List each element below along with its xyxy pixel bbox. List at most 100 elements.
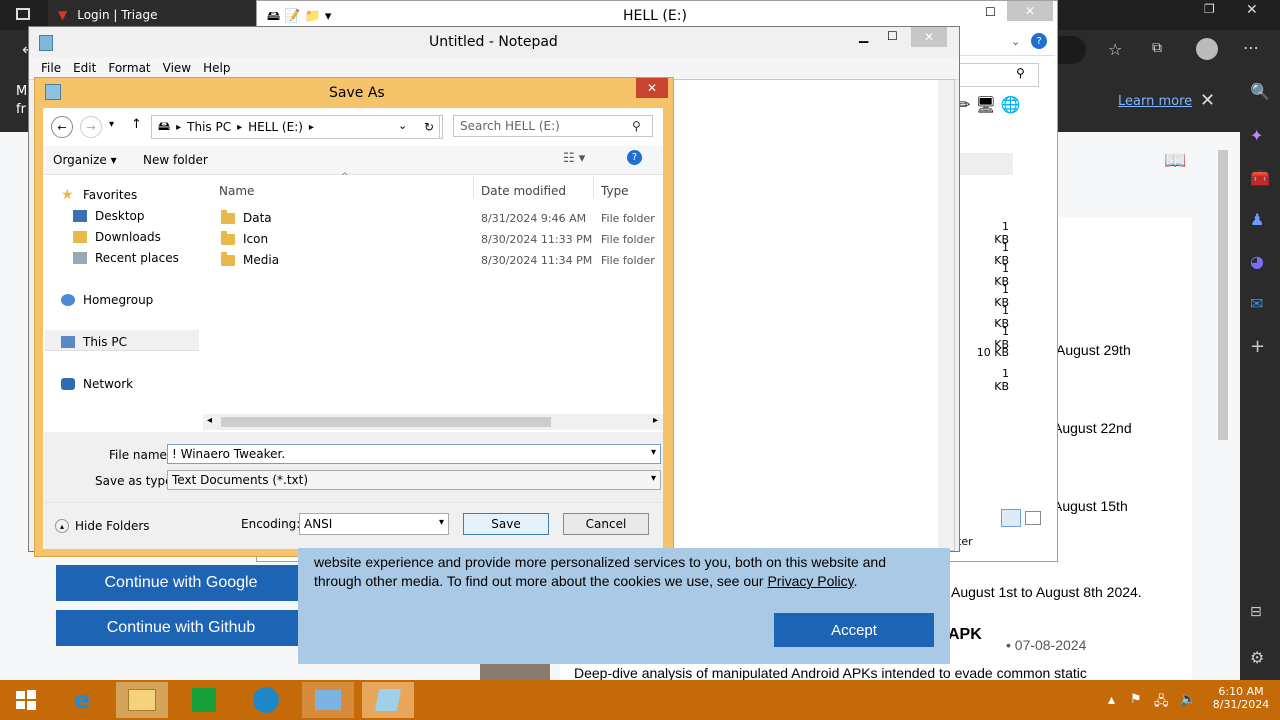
forward-icon[interactable]: → bbox=[80, 116, 102, 138]
table-row[interactable]: Icon 8/30/2024 11:33 PM File folder bbox=[221, 230, 661, 247]
scroll-right-icon[interactable]: ▸ bbox=[653, 415, 658, 426]
maximize-icon[interactable]: ☐ bbox=[887, 29, 898, 43]
help-icon[interactable]: ? bbox=[627, 150, 642, 165]
nav-desktop[interactable]: Desktop bbox=[73, 209, 145, 223]
save-type-select[interactable]: Text Documents (*.txt) ▾ bbox=[167, 470, 661, 490]
nav-network[interactable]: Network bbox=[61, 377, 133, 391]
favorites-star-icon[interactable]: ☆ bbox=[1108, 40, 1122, 59]
chevron-down-icon[interactable]: ▾ bbox=[651, 447, 656, 458]
menu-file[interactable]: File bbox=[35, 61, 67, 75]
organize-button[interactable]: Organize ▾ bbox=[53, 153, 117, 167]
flag-icon[interactable]: ⚑ bbox=[1130, 692, 1142, 707]
continue-google-button[interactable]: Continue with Google bbox=[56, 565, 306, 601]
tools-icon[interactable]: ♟ bbox=[1250, 210, 1264, 229]
privacy-policy-link[interactable]: Privacy Policy bbox=[767, 573, 853, 589]
chevron-down-icon[interactable]: ⌄ bbox=[1011, 35, 1020, 48]
scroll-left-icon[interactable]: ◂ bbox=[207, 415, 212, 426]
nav-downloads[interactable]: Downloads bbox=[73, 230, 161, 244]
cancel-button[interactable]: Cancel bbox=[563, 513, 649, 535]
copilot-icon[interactable]: ✦ bbox=[1250, 126, 1263, 145]
column-type[interactable]: Type bbox=[601, 184, 629, 198]
tab-actions-icon[interactable] bbox=[16, 8, 30, 20]
horizontal-scrollbar[interactable]: ◂ ▸ bbox=[203, 414, 663, 430]
explorer-maximize-icon[interactable]: ☐ bbox=[985, 5, 996, 19]
view-options-icon[interactable]: ☷ ▾ bbox=[563, 151, 585, 166]
chevron-down-icon[interactable]: ▾ bbox=[439, 517, 444, 528]
menu-format[interactable]: Format bbox=[102, 61, 156, 75]
volume-icon[interactable]: 🔈 bbox=[1180, 692, 1196, 707]
file-type: File folder bbox=[601, 253, 655, 267]
file-name-input[interactable]: ! Winaero Tweaker. ▾ bbox=[167, 444, 661, 464]
page-scrollbar[interactable] bbox=[1218, 150, 1228, 440]
dialog-close-icon[interactable]: ✕ bbox=[636, 78, 668, 98]
show-hidden-icons[interactable]: ▴ bbox=[1108, 692, 1115, 708]
nav-thispc[interactable]: This PC bbox=[61, 335, 127, 349]
nav-favorites[interactable]: ★ Favorites bbox=[61, 188, 137, 202]
network-tray-icon[interactable]: 🖧 bbox=[1154, 692, 1169, 714]
explorer-taskbar-icon[interactable] bbox=[116, 682, 168, 718]
add-sidebar-icon[interactable]: + bbox=[1250, 336, 1265, 357]
learn-more-link[interactable]: Learn more bbox=[1118, 94, 1192, 109]
menu-view[interactable]: View bbox=[157, 61, 197, 75]
edge-taskbar-icon[interactable] bbox=[240, 682, 292, 718]
minimize-icon[interactable]: ▁ bbox=[859, 29, 868, 43]
large-icons-view-icon[interactable] bbox=[1025, 511, 1041, 525]
breadcrumb-item[interactable]: HELL (E:) bbox=[248, 120, 303, 134]
refresh-icon[interactable]: ↻ bbox=[419, 115, 440, 139]
search-input[interactable]: Search HELL (E:) ⚲ bbox=[453, 115, 653, 137]
nav-label: Downloads bbox=[95, 230, 161, 244]
up-arrow-icon[interactable]: ↑ bbox=[131, 117, 142, 132]
scrollbar-thumb[interactable] bbox=[221, 417, 551, 427]
back-icon[interactable]: ← bbox=[51, 116, 73, 138]
ie-taskbar-icon[interactable]: e bbox=[56, 682, 108, 718]
nav-recent[interactable]: Recent places bbox=[73, 251, 179, 265]
menu-help[interactable]: Help bbox=[197, 61, 236, 75]
table-row[interactable]: Data 8/31/2024 9:46 AM File folder bbox=[221, 209, 661, 226]
continue-github-button[interactable]: Continue with Github bbox=[56, 610, 306, 646]
new-folder-button[interactable]: New folder bbox=[143, 153, 208, 167]
breadcrumb-item[interactable]: This PC bbox=[187, 120, 231, 134]
profile-avatar[interactable] bbox=[1196, 38, 1218, 60]
hide-folders-button[interactable]: Hide Folders bbox=[75, 519, 150, 533]
window-restore-icon[interactable]: ❐ bbox=[1204, 2, 1215, 16]
save-button[interactable]: Save bbox=[463, 513, 549, 535]
games-icon[interactable]: ◕ bbox=[1250, 252, 1264, 271]
collapse-icon[interactable]: ▴ bbox=[55, 519, 69, 533]
column-date[interactable]: Date modified bbox=[481, 184, 566, 198]
help-icon[interactable]: ? bbox=[1031, 33, 1047, 49]
encoding-select[interactable]: ANSI ▾ bbox=[299, 513, 449, 535]
shopping-icon[interactable]: 🧰 bbox=[1250, 168, 1270, 187]
accept-button[interactable]: Accept bbox=[774, 613, 934, 647]
settings-gear-icon[interactable]: ⚙ bbox=[1250, 648, 1264, 667]
table-row[interactable]: Media 8/30/2024 11:34 PM File folder bbox=[221, 251, 661, 268]
chevron-down-icon[interactable]: ▾ bbox=[651, 473, 656, 484]
search-icon[interactable]: 🔍 bbox=[1250, 82, 1270, 101]
ribbon-icons[interactable]: ✏ 🖥 🌐 bbox=[957, 95, 1021, 114]
chevron-down-icon[interactable]: ⌄ bbox=[398, 119, 407, 132]
outlook-icon[interactable]: ✉ bbox=[1250, 294, 1263, 313]
window-close-icon[interactable]: ✕ bbox=[1246, 2, 1258, 18]
control-panel-taskbar-icon[interactable] bbox=[302, 682, 354, 718]
menu-edit[interactable]: Edit bbox=[67, 61, 102, 75]
notepad-scrollbar[interactable] bbox=[938, 80, 954, 548]
explorer-close-icon[interactable]: ✕ bbox=[1007, 1, 1053, 21]
split-screen-icon[interactable]: ⊟ bbox=[1250, 604, 1262, 620]
store-taskbar-icon[interactable] bbox=[178, 682, 230, 718]
explorer-search[interactable]: ⚲ bbox=[957, 63, 1039, 87]
reader-icon[interactable]: 📖 bbox=[1164, 150, 1186, 171]
start-button[interactable] bbox=[0, 682, 52, 718]
nav-homegroup[interactable]: Homegroup bbox=[61, 293, 153, 307]
explorer-address[interactable]: ⌄ ? bbox=[957, 31, 1055, 56]
notepad-taskbar-icon[interactable] bbox=[362, 682, 414, 718]
dialog-title: Save As bbox=[329, 85, 385, 101]
recent-dropdown-icon[interactable]: ▾ bbox=[109, 119, 114, 130]
banner-close-icon[interactable]: ✕ bbox=[1200, 90, 1215, 111]
more-menu-icon[interactable]: ⋯ bbox=[1243, 38, 1259, 57]
breadcrumb[interactable]: 🖴 ▸ This PC ▸ HELL (E:) ▸ ⌄ bbox=[151, 115, 443, 139]
apk-report-title[interactable]: APK bbox=[948, 626, 982, 644]
collections-icon[interactable]: ⧉ bbox=[1152, 40, 1162, 56]
column-name[interactable]: Name bbox=[219, 184, 254, 198]
notepad-close-icon[interactable]: ✕ bbox=[911, 27, 947, 47]
details-view-icon[interactable] bbox=[1001, 509, 1021, 527]
clock[interactable]: 6:10 AM 8/31/2024 bbox=[1206, 685, 1276, 711]
